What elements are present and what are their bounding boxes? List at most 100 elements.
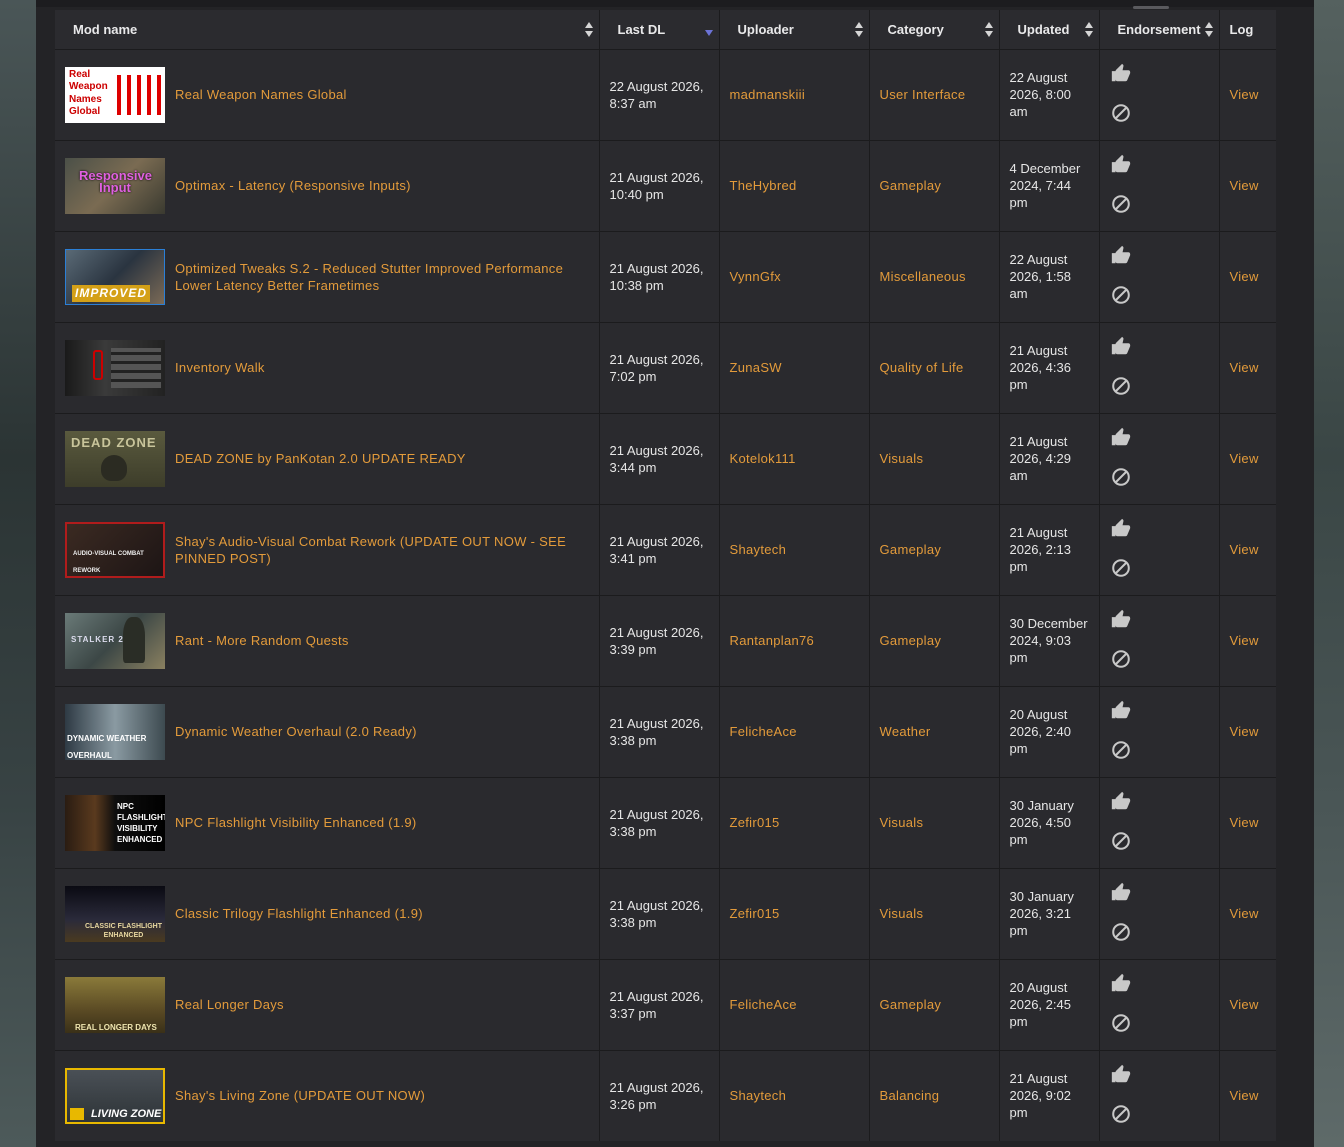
mod-thumbnail[interactable]: CLASSIC FLASHLIGHT ENHANCED: [65, 885, 165, 942]
endorsement-cell: [1099, 230, 1220, 322]
category-link[interactable]: User Interface: [880, 87, 966, 102]
header-uploader[interactable]: Uploader: [719, 10, 870, 49]
abstain-button[interactable]: [1110, 830, 1132, 856]
view-log-link[interactable]: View: [1230, 724, 1259, 739]
uploader-cell: FelicheAce: [719, 685, 870, 777]
abstain-button[interactable]: [1110, 284, 1132, 310]
mod-name-link[interactable]: Optimax - Latency (Responsive Inputs): [175, 177, 411, 194]
endorse-button[interactable]: [1110, 972, 1132, 998]
mod-thumbnail[interactable]: DEAD ZONE: [65, 430, 165, 487]
uploader-link[interactable]: Rantanplan76: [730, 633, 815, 648]
endorse-button[interactable]: [1110, 426, 1132, 452]
header-mod-name[interactable]: Mod name: [55, 10, 600, 49]
abstain-button[interactable]: [1110, 1012, 1132, 1038]
mod-name-link[interactable]: NPC Flashlight Visibility Enhanced (1.9): [175, 814, 417, 831]
mod-name-link[interactable]: Shay's Living Zone (UPDATE OUT NOW): [175, 1087, 425, 1104]
abstain-button[interactable]: [1110, 739, 1132, 765]
mod-name-link[interactable]: DEAD ZONE by PanKotan 2.0 UPDATE READY: [175, 450, 466, 467]
abstain-button[interactable]: [1110, 375, 1132, 401]
view-log-link[interactable]: View: [1230, 451, 1259, 466]
abstain-button[interactable]: [1110, 557, 1132, 583]
view-log-link[interactable]: View: [1230, 87, 1259, 102]
mod-thumbnail[interactable]: Responsive Input: [65, 157, 165, 214]
uploader-link[interactable]: ZunaSW: [730, 360, 782, 375]
log-cell: View: [1219, 503, 1276, 595]
mod-thumbnail[interactable]: NPC FLASHLIGHT VISIBILITY ENHANCED: [65, 794, 165, 851]
mod-name-link[interactable]: Real Longer Days: [175, 996, 284, 1013]
category-link[interactable]: Visuals: [880, 906, 924, 921]
mod-name-link[interactable]: Inventory Walk: [175, 359, 265, 376]
mod-name-link[interactable]: Shay's Audio-Visual Combat Rework (UPDAT…: [175, 533, 589, 567]
mod-name-link[interactable]: Classic Trilogy Flashlight Enhanced (1.9…: [175, 905, 423, 922]
view-log-link[interactable]: View: [1230, 269, 1259, 284]
uploader-link[interactable]: Shaytech: [730, 542, 787, 557]
mod-thumbnail[interactable]: DYNAMIC WEATHER OVERHAUL: [65, 703, 165, 760]
uploader-link[interactable]: Zefir015: [730, 906, 780, 921]
category-link[interactable]: Balancing: [880, 1088, 940, 1103]
abstain-button[interactable]: [1110, 921, 1132, 947]
uploader-link[interactable]: Zefir015: [730, 815, 780, 830]
header-updated[interactable]: Updated: [999, 10, 1100, 49]
mod-name-link[interactable]: Dynamic Weather Overhaul (2.0 Ready): [175, 723, 417, 740]
last-dl-text: 21 August 2026, 3:44 pm: [609, 442, 704, 475]
uploader-link[interactable]: VynnGfx: [730, 269, 781, 284]
endorse-button[interactable]: [1110, 335, 1132, 361]
abstain-button[interactable]: [1110, 648, 1132, 674]
endorse-button[interactable]: [1110, 62, 1132, 88]
table-row: IMPROVED Optimized Tweaks S.2 - Reduced …: [55, 230, 1276, 322]
mod-name-link[interactable]: Real Weapon Names Global: [175, 86, 347, 103]
mod-thumbnail[interactable]: [65, 339, 165, 396]
mod-name-cell: DEAD ZONE DEAD ZONE by PanKotan 2.0 UPDA…: [55, 412, 600, 504]
mod-thumbnail[interactable]: LIVING ZONE: [65, 1067, 165, 1124]
uploader-link[interactable]: Kotelok111: [730, 451, 796, 466]
category-link[interactable]: Gameplay: [880, 178, 942, 193]
mod-name-link[interactable]: Optimized Tweaks S.2 - Reduced Stutter I…: [175, 260, 589, 294]
mod-thumbnail[interactable]: STALKER 2: [65, 612, 165, 669]
mod-thumbnail[interactable]: REAL LONGER DAYS: [65, 976, 165, 1033]
abstain-button[interactable]: [1110, 193, 1132, 219]
view-log-link[interactable]: View: [1230, 633, 1259, 648]
view-log-link[interactable]: View: [1230, 542, 1259, 557]
header-last-dl[interactable]: Last DL: [599, 10, 720, 49]
uploader-link[interactable]: Shaytech: [730, 1088, 787, 1103]
category-link[interactable]: Gameplay: [880, 542, 942, 557]
endorse-button[interactable]: [1110, 699, 1132, 725]
abstain-button[interactable]: [1110, 466, 1132, 492]
uploader-link[interactable]: TheHybred: [730, 178, 797, 193]
category-link[interactable]: Miscellaneous: [880, 269, 966, 284]
endorse-button[interactable]: [1110, 517, 1132, 543]
table-row: STALKER 2 Rant - More Random Quests 21 A…: [55, 594, 1276, 686]
updated-cell: 21 August 2026, 4:29 am: [999, 412, 1100, 504]
mod-thumbnail[interactable]: AUDIO-VISUAL COMBAT REWORK: [65, 521, 165, 578]
category-link[interactable]: Weather: [880, 724, 931, 739]
header-endorsement[interactable]: Endorsement: [1099, 10, 1220, 49]
endorse-button[interactable]: [1110, 608, 1132, 634]
category-link[interactable]: Quality of Life: [880, 360, 964, 375]
mod-thumbnail[interactable]: Real Weapon Names Global: [65, 66, 165, 123]
uploader-link[interactable]: FelicheAce: [730, 997, 797, 1012]
category-link[interactable]: Gameplay: [880, 997, 942, 1012]
uploader-link[interactable]: FelicheAce: [730, 724, 797, 739]
category-link[interactable]: Visuals: [880, 815, 924, 830]
abstain-button[interactable]: [1110, 1103, 1132, 1129]
mod-name-link[interactable]: Rant - More Random Quests: [175, 632, 349, 649]
endorse-button[interactable]: [1110, 244, 1132, 270]
endorse-button[interactable]: [1110, 881, 1132, 907]
view-log-link[interactable]: View: [1230, 906, 1259, 921]
abstain-button[interactable]: [1110, 102, 1132, 128]
mod-name-cell: Inventory Walk: [55, 321, 600, 413]
category-link[interactable]: Gameplay: [880, 633, 942, 648]
view-log-link[interactable]: View: [1230, 360, 1259, 375]
mod-thumbnail[interactable]: IMPROVED: [65, 248, 165, 305]
header-category[interactable]: Category: [869, 10, 1000, 49]
endorse-button[interactable]: [1110, 153, 1132, 179]
endorse-button[interactable]: [1110, 1063, 1132, 1089]
view-log-link[interactable]: View: [1230, 178, 1259, 193]
category-link[interactable]: Visuals: [880, 451, 924, 466]
view-log-link[interactable]: View: [1230, 815, 1259, 830]
view-log-link[interactable]: View: [1230, 1088, 1259, 1103]
uploader-link[interactable]: madmanskiii: [730, 87, 806, 102]
view-log-link[interactable]: View: [1230, 997, 1259, 1012]
scrollbar-thumb[interactable]: [1133, 6, 1169, 9]
endorse-button[interactable]: [1110, 790, 1132, 816]
